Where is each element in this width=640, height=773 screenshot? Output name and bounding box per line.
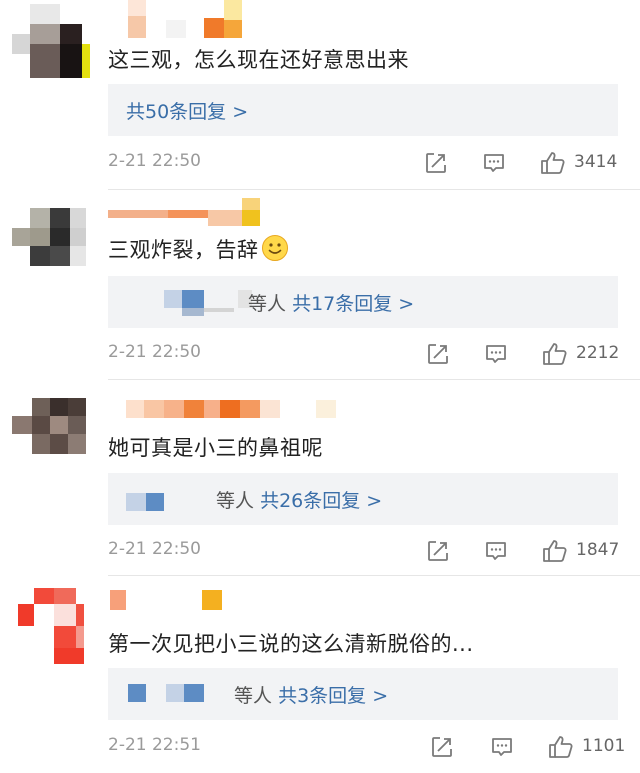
comment-meta: 2-21 22:51 1101	[108, 735, 625, 761]
username-pixelated[interactable]	[108, 396, 338, 422]
timestamp: 2-21 22:50	[108, 539, 201, 559]
timestamp: 2-21 22:51	[108, 735, 201, 755]
comment-text: 三观炸裂，告辞	[108, 234, 289, 264]
replies-summary[interactable]: 等人 共26条回复 >	[108, 473, 618, 525]
replies-link[interactable]: 共17条回复 >	[292, 293, 414, 315]
replies-text: 等人 共3条回复 >	[234, 681, 388, 708]
username-pixelated[interactable]	[108, 0, 258, 38]
comment-text-body: 三观炸裂，告辞	[108, 238, 259, 262]
comment-item: 三观炸裂，告辞 等人 共17条回复 > 2-21 22:50 2212	[0, 190, 640, 380]
avatar[interactable]	[12, 398, 90, 476]
comment-text: 这三观，怎么现在还好意思出来	[108, 48, 409, 72]
comment-item: 这三观，怎么现在还好意思出来 共50条回复 > 2-21 22:50 3414	[0, 0, 640, 190]
replies-link[interactable]: 共3条回复 >	[278, 685, 388, 707]
share-icon[interactable]	[424, 151, 448, 175]
comment-icon[interactable]	[490, 735, 514, 759]
share-icon[interactable]	[430, 735, 454, 759]
thumbs-up-icon[interactable]	[548, 735, 573, 759]
replies-link[interactable]: 共50条回复 >	[126, 97, 248, 124]
share-icon[interactable]	[426, 539, 450, 563]
like-count: 1847	[576, 540, 620, 560]
comment-text: 她可真是小三的鼻祖呢	[108, 436, 323, 460]
like-count: 2212	[576, 343, 620, 363]
comment-meta: 2-21 22:50 3414	[108, 151, 620, 177]
comment-meta: 2-21 22:50 1847	[108, 539, 620, 565]
comment-icon[interactable]	[484, 342, 508, 366]
like-count: 1101	[582, 736, 626, 756]
replies-link[interactable]: 共26条回复 >	[260, 490, 382, 512]
username-pixelated[interactable]	[108, 588, 228, 614]
comment-item: 第一次见把小三说的这么清新脱俗的... 等人 共3条回复 > 2-21 22:5…	[0, 576, 640, 773]
comment-item: 她可真是小三的鼻祖呢 等人 共26条回复 > 2-21 22:50 1847	[0, 380, 640, 576]
comment-icon[interactable]	[484, 539, 508, 563]
comment-meta: 2-21 22:50 2212	[108, 342, 620, 368]
comment-icon[interactable]	[482, 151, 506, 175]
thumbs-up-icon[interactable]	[542, 342, 567, 366]
avatar[interactable]	[12, 588, 90, 666]
like-count: 3414	[574, 152, 618, 172]
replies-summary[interactable]: 共50条回复 >	[108, 84, 618, 136]
replies-others-label: 等人	[216, 490, 255, 512]
timestamp: 2-21 22:50	[108, 151, 201, 171]
share-icon[interactable]	[426, 342, 450, 366]
smile-emoji-icon	[261, 234, 289, 262]
thumbs-up-icon[interactable]	[540, 151, 565, 175]
timestamp: 2-21 22:50	[108, 342, 201, 362]
thumbs-up-icon[interactable]	[542, 539, 567, 563]
replies-others-label: 等人	[234, 685, 273, 707]
avatar[interactable]	[12, 208, 90, 286]
replies-summary[interactable]: 等人 共17条回复 >	[108, 276, 618, 328]
replies-text: 等人 共17条回复 >	[248, 289, 414, 316]
username-pixelated[interactable]	[108, 198, 268, 226]
comment-text: 第一次见把小三说的这么清新脱俗的...	[108, 632, 474, 656]
avatar[interactable]	[12, 4, 90, 82]
replies-others-label: 等人	[248, 293, 287, 315]
replies-text: 等人 共26条回复 >	[216, 486, 382, 513]
replies-summary[interactable]: 等人 共3条回复 >	[108, 668, 618, 720]
